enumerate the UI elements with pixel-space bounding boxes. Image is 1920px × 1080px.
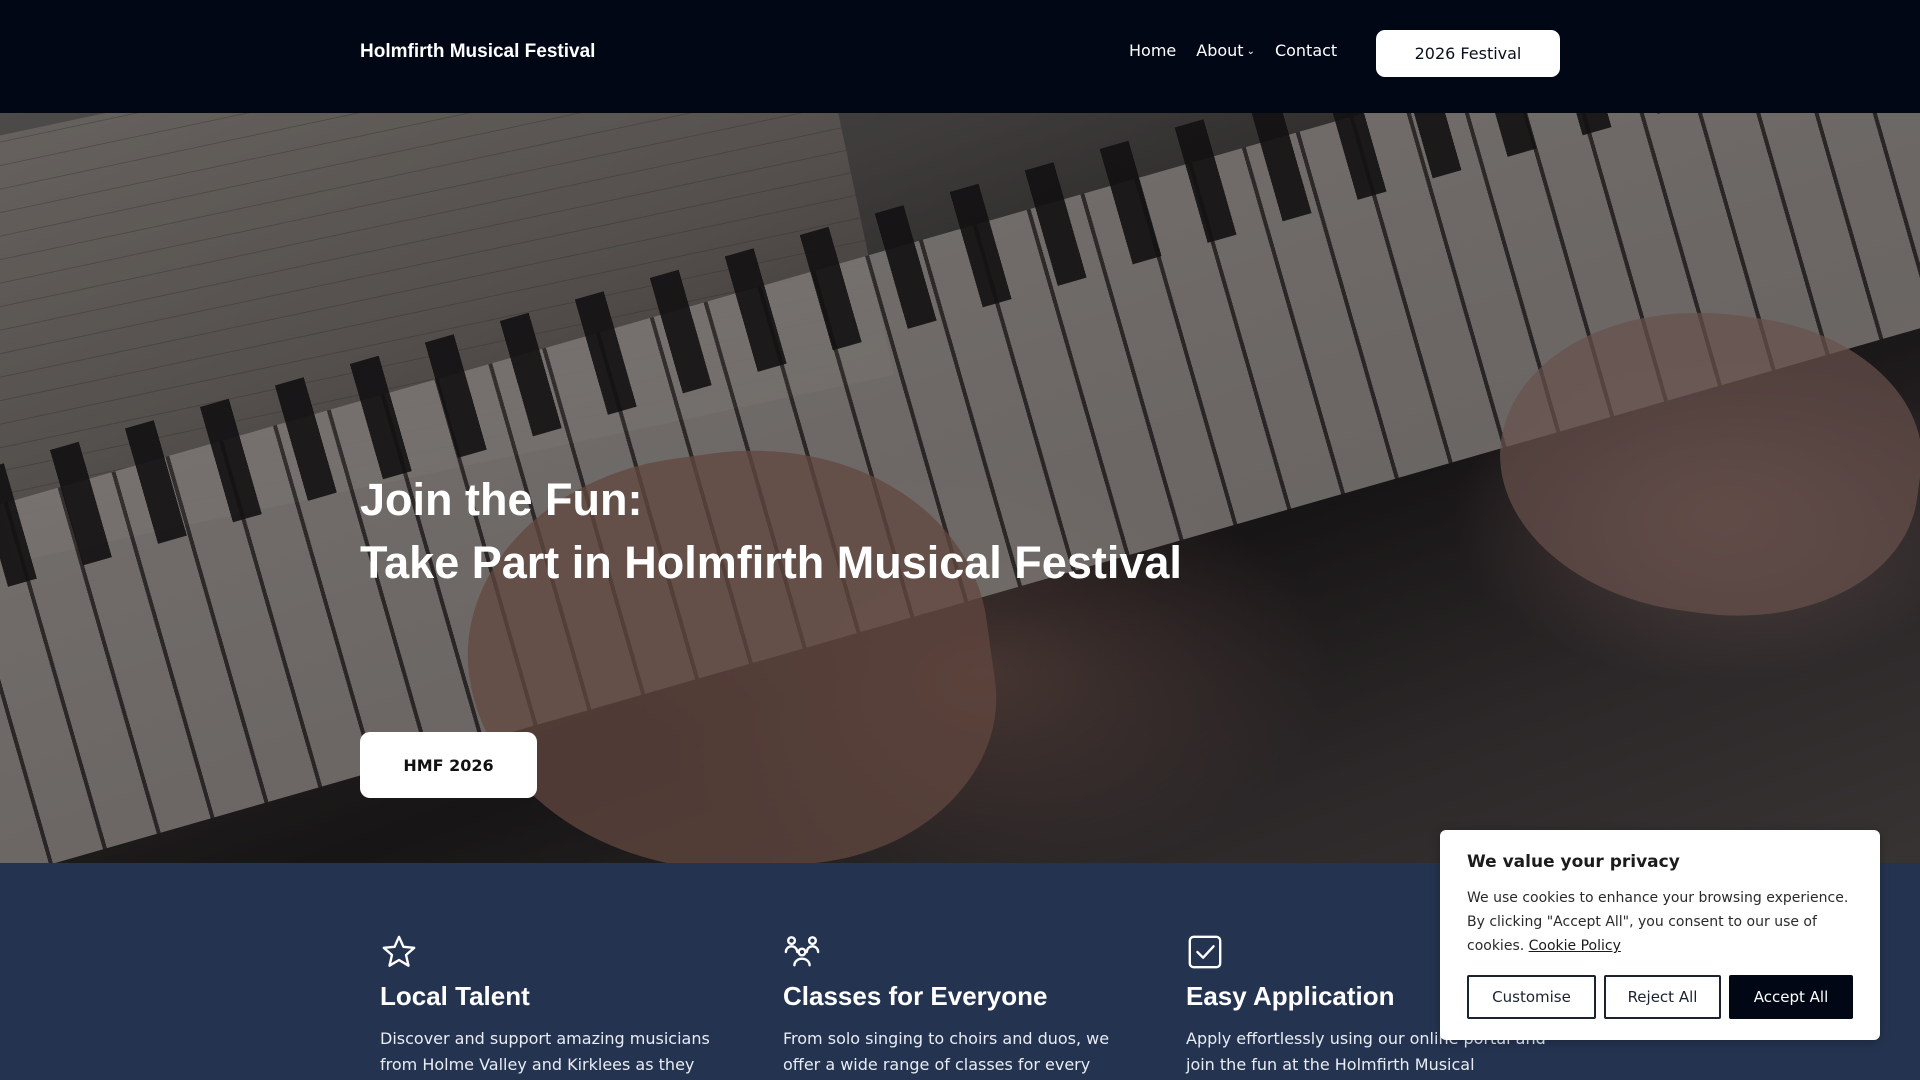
hero-title-line1: Join the Fun: <box>360 474 643 525</box>
feature-title: Local Talent <box>380 981 530 1011</box>
customise-button[interactable]: Customise <box>1467 975 1596 1019</box>
feature-text: Discover and support amazing musicians f… <box>380 1029 710 1074</box>
nav-home[interactable]: Home <box>1129 41 1176 60</box>
site-header: Holmfirth Musical Festival Home About ⌄ C… <box>0 0 1920 113</box>
cookie-policy-link[interactable]: Cookie Policy <box>1529 938 1621 954</box>
chevron-down-icon: ⌄ <box>1246 46 1255 57</box>
nav-home-label: Home <box>1129 41 1177 60</box>
site-brand[interactable]: Holmfirth Musical Festival <box>360 41 595 63</box>
hmf-2026-button[interactable]: HMF 2026 <box>360 732 537 798</box>
festival-2026-button[interactable]: 2026 Festival <box>1376 30 1560 77</box>
feature-title: Classes for Everyone <box>783 981 1048 1011</box>
group-icon <box>784 936 820 967</box>
main-nav: Home About ⌄ Contact <box>1129 41 1337 60</box>
accept-all-button[interactable]: Accept All <box>1729 975 1853 1019</box>
feature-text: From solo singing to choirs and duos, we… <box>783 1029 1110 1074</box>
nav-about-label: About <box>1196 41 1244 60</box>
hero-title: Join the Fun: Take Part in Holmfirth Mus… <box>360 468 1182 594</box>
cookie-banner-message: We use cookies to enhance your browsing … <box>1467 890 1849 954</box>
nav-contact-label: Contact <box>1274 41 1338 60</box>
cookie-banner-text: We use cookies to enhance your browsing … <box>1467 886 1862 958</box>
feature-title: Easy Application <box>1186 981 1395 1011</box>
reject-all-button[interactable]: Reject All <box>1604 975 1721 1019</box>
star-icon <box>382 935 416 967</box>
cookie-consent-banner: We value your privacy We use cookies to … <box>1440 830 1880 1040</box>
checkbox-icon <box>1188 935 1222 969</box>
nav-about[interactable]: About ⌄ <box>1196 41 1255 60</box>
nav-contact[interactable]: Contact <box>1275 41 1337 60</box>
cookie-banner-title: We value your privacy <box>1467 852 1680 872</box>
hero-title-line2: Take Part in Holmfirth Musical Festival <box>360 537 1182 588</box>
